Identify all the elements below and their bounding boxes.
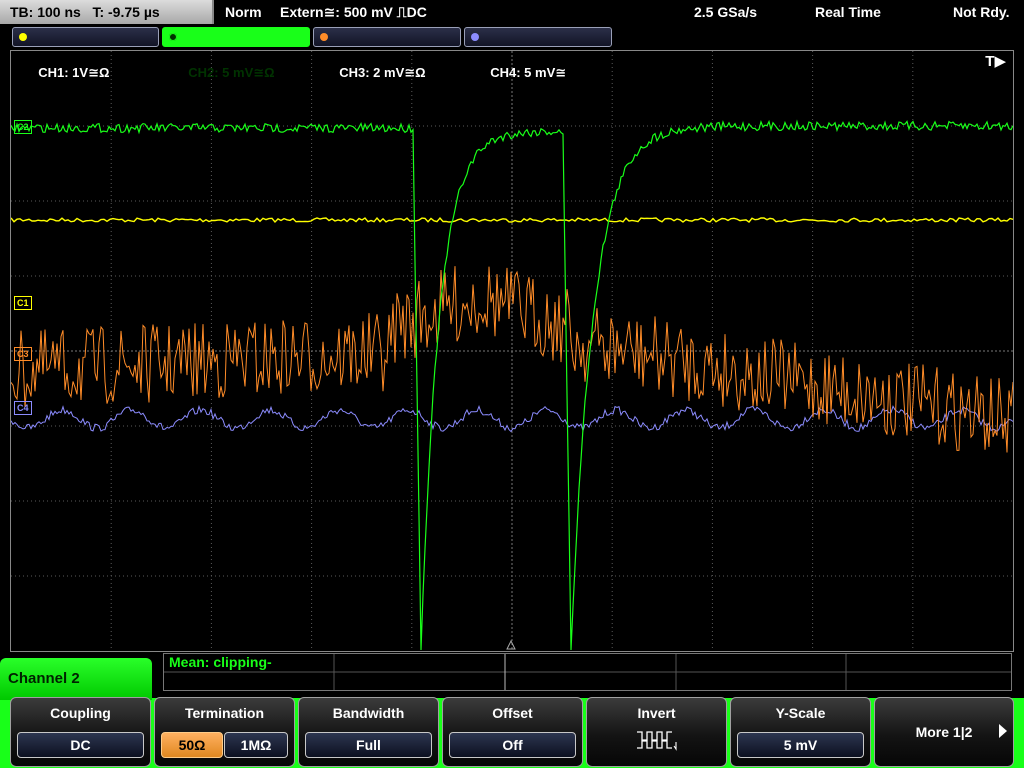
y-scale-value: 5 mV <box>737 732 864 758</box>
y-scale-softkey[interactable]: Y-Scale 5 mV <box>730 697 871 767</box>
ch1-level-marker[interactable]: C1 <box>14 296 32 310</box>
channel-4-tab[interactable]: CH4: 5 mV≅ <box>464 27 612 80</box>
bandwidth-title: Bandwidth <box>332 705 405 721</box>
measurement-grid <box>164 654 1011 690</box>
offset-title: Offset <box>492 705 533 721</box>
channel-2-tab[interactable]: CH2: 5 mV≅Ω <box>162 27 310 80</box>
sample-rate: 2.5 GSa/s <box>694 4 758 20</box>
ch3-level-marker[interactable]: C3 <box>14 347 32 361</box>
ch4-level-marker[interactable]: C4 <box>14 401 32 415</box>
waveform-canvas <box>11 51 1013 651</box>
timebase-readout[interactable]: TB: 100 ns T: -9.75 µs <box>0 0 214 24</box>
more-softkey[interactable]: More 1|2 <box>874 697 1014 767</box>
trigger-status: Not Rdy. <box>953 4 1010 20</box>
channel-1-color-icon <box>19 33 27 41</box>
offset-value: Off <box>449 732 576 758</box>
trigger-marker-icon: T▶ <box>985 53 1006 70</box>
termination-softkey[interactable]: Termination 50Ω 1MΩ <box>154 697 295 767</box>
acquisition-mode[interactable]: Norm <box>225 0 262 24</box>
channel-2-color-icon <box>169 33 177 41</box>
y-scale-title: Y-Scale <box>775 705 826 721</box>
invert-title: Invert <box>637 705 676 721</box>
invert-softkey[interactable]: Invert <box>586 697 727 767</box>
termination-1mohm-option[interactable]: 1MΩ <box>224 732 288 758</box>
menu-title: Channel 2 <box>0 658 152 700</box>
acquisition-realtime: Real Time <box>815 4 881 20</box>
channel-1-tab[interactable]: CH1: 1V≅Ω <box>12 27 159 80</box>
offset-softkey[interactable]: Offset Off <box>442 697 583 767</box>
measurement-readout: Mean: clipping- <box>169 654 272 670</box>
channel-3-tab[interactable]: CH3: 2 mV≅Ω <box>313 27 461 80</box>
status-bar: TB: 100 ns T: -9.75 µs Norm Extern≅: 500… <box>0 0 1024 24</box>
coupling-title: Coupling <box>50 705 111 721</box>
next-page-arrow-icon <box>999 724 1007 738</box>
trigger-readout[interactable]: Extern≅: 500 mV ⎍DC <box>280 0 427 24</box>
bandwidth-softkey[interactable]: Bandwidth Full <box>298 697 439 767</box>
more-title: More 1|2 <box>915 724 973 740</box>
bandwidth-value: Full <box>305 732 432 758</box>
coupling-value: DC <box>17 732 144 758</box>
measurement-panel <box>163 653 1012 691</box>
termination-50ohm-option[interactable]: 50Ω <box>161 732 223 758</box>
waveform-display[interactable] <box>10 50 1014 652</box>
invert-waveform-icon <box>637 731 677 751</box>
channel-4-color-icon <box>471 33 479 41</box>
termination-title: Termination <box>184 705 265 721</box>
ch2-level-marker[interactable]: C2 <box>14 120 32 134</box>
coupling-softkey[interactable]: Coupling DC <box>10 697 151 767</box>
channel-3-color-icon <box>320 33 328 41</box>
graticule-grid <box>11 51 1013 651</box>
trigger-position-icon <box>506 639 516 650</box>
